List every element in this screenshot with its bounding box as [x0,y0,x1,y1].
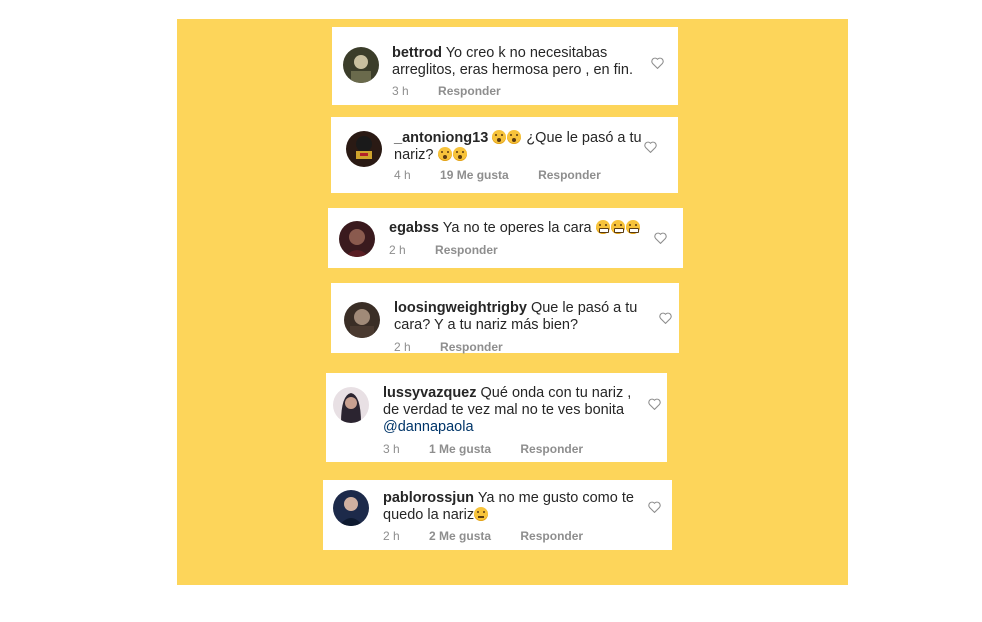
comment-body-line2: cara? Y a tu nariz más bien? [394,317,579,333]
heart-icon[interactable] [648,398,661,410]
comment-card: loosingweightrigby Que le pasó a tu cara… [331,283,679,354]
comment-meta: 2 h Responder [389,243,524,257]
heart-icon[interactable] [648,501,661,513]
grimacing-face-emoji [595,220,610,234]
comment-time[interactable]: 2 h [394,340,411,354]
comment-username[interactable]: egabss [389,220,439,236]
comment-username[interactable]: pablorossjun [383,490,474,506]
comment-text: bettrod Yo creo k no necesitabas arregli… [392,45,652,79]
comment-card: pablorossjun Ya no me gusto como te qued… [323,480,672,550]
comment-body-line2: de verdad te vez mal no te ves bonita [383,402,625,418]
comment-card: bettrod Yo creo k no necesitabas arregli… [332,27,678,105]
comment-username[interactable]: loosingweightrigby [394,300,527,316]
comment-time[interactable]: 2 h [389,243,406,257]
avatar[interactable] [346,131,382,167]
comment-card: egabss Ya no te operes la cara 2 h Respo… [328,208,683,268]
comment-username[interactable]: lussyvazquez [383,385,477,401]
grimacing-face-emoji [610,220,625,234]
comment-body-line2: quedo la nariz [383,507,475,523]
comment-text: loosingweightrigby Que le pasó a tu cara… [394,300,664,334]
reply-button[interactable]: Responder [538,168,601,182]
comment-body-line1: ¿Que le pasó a tu [526,130,642,146]
comment-card: lussyvazquez Qué onda con tu nariz , de … [326,373,667,462]
comment-body-line2: arreglitos, eras hermosa pero , en fin. [392,62,633,78]
avatar[interactable] [339,221,375,257]
avatar[interactable] [333,490,369,526]
comment-time[interactable]: 4 h [394,168,411,182]
comment-body-line1: Qué onda con tu nariz , [480,385,632,401]
hushed-face-emoji [507,130,522,144]
comment-body-line1: Yo creo k no necesitabas [445,45,608,61]
reply-button[interactable]: Responder [438,84,501,98]
heart-icon[interactable] [644,141,657,153]
comment-time[interactable]: 3 h [392,84,409,98]
likes-count[interactable]: 1 Me gusta [429,442,491,456]
comment-text: lussyvazquez Qué onda con tu nariz , de … [383,385,658,436]
heart-icon[interactable] [654,232,667,244]
comment-meta: 3 h 1 Me gusta Responder [383,442,609,456]
comment-body-line1: Ya no me gusto como te [477,490,634,506]
neutral-face-emoji [474,507,489,521]
comment-meta: 4 h 19 Me gusta Responder [394,168,627,182]
likes-count[interactable]: 19 Me gusta [440,168,509,182]
reply-button[interactable]: Responder [440,340,503,354]
comment-text: egabss Ya no te operes la cara [389,220,659,237]
comment-time[interactable]: 2 h [383,529,400,543]
comment-body-line1: Ya no te operes la cara [442,220,592,236]
comment-body-line1: Que le pasó a tu [530,300,638,316]
comment-text: _antoniong13 ¿Que le pasó a tu nariz? [394,130,664,164]
comment-meta: 2 h Responder [394,340,529,354]
comment-username[interactable]: _antoniong13 [394,130,488,146]
avatar[interactable] [344,302,380,338]
grimacing-face-emoji [625,220,640,234]
avatar[interactable] [343,47,379,83]
comment-text: pablorossjun Ya no me gusto como te qued… [383,490,658,524]
mention-link[interactable]: @dannapaola [383,419,474,435]
reply-button[interactable]: Responder [520,442,583,456]
comment-username[interactable]: bettrod [392,45,442,61]
comment-meta: 3 h Responder [392,84,527,98]
hushed-face-emoji [492,130,507,144]
hushed-face-emoji [452,147,467,161]
heart-icon[interactable] [659,312,672,324]
heart-icon[interactable] [651,57,664,69]
comment-time[interactable]: 3 h [383,442,400,456]
reply-button[interactable]: Responder [435,243,498,257]
comment-card: _antoniong13 ¿Que le pasó a tu nariz? 4 … [331,117,678,193]
avatar[interactable] [333,387,369,423]
comment-meta: 2 h 2 Me gusta Responder [383,529,609,543]
likes-count[interactable]: 2 Me gusta [429,529,491,543]
comment-body-line2: nariz? [394,147,434,163]
hushed-face-emoji [437,147,452,161]
reply-button[interactable]: Responder [520,529,583,543]
